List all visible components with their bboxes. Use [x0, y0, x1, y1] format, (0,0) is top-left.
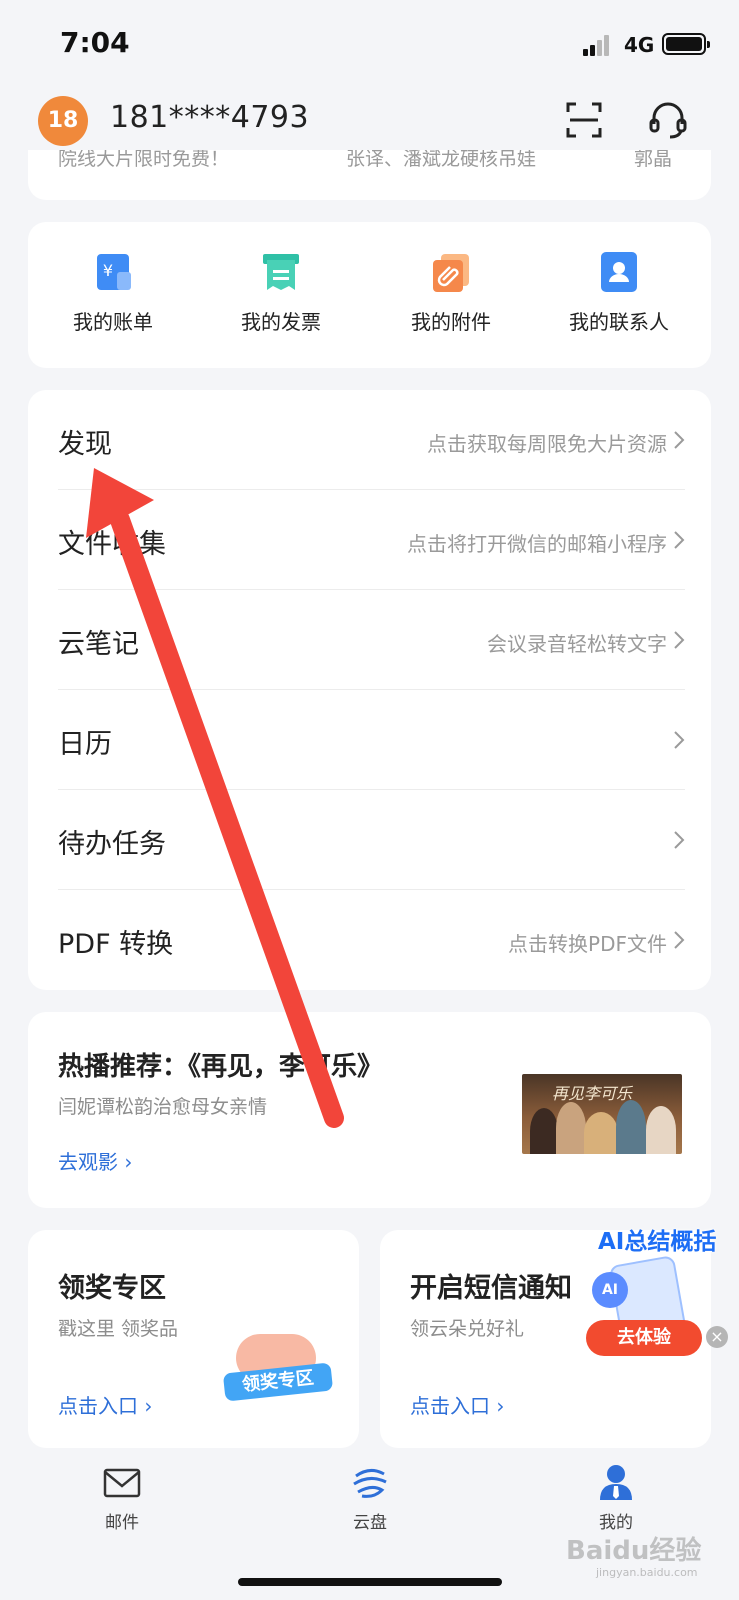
menu-item-title: 日历 [58, 729, 112, 760]
menu-item-discover[interactable]: 发现 点击获取每周限免大片资源 [28, 390, 711, 490]
tab-label: 云盘 [353, 1513, 387, 1533]
menu-item-hint: 点击转换PDF文件 [508, 932, 667, 956]
rewards-illustration: 领奖专区 [222, 1326, 334, 1402]
chevron-right-icon [674, 631, 685, 649]
chevron-right-icon [674, 931, 685, 949]
mail-icon [103, 1468, 141, 1498]
tab-cloud-drive[interactable]: 云盘 [310, 1462, 430, 1533]
shortcut-grid: ¥ 我的账单 我的发票 我的附件 我的联系人 [28, 222, 711, 368]
menu-item-hint: 会议录音轻松转文字 [487, 632, 667, 656]
avatar[interactable]: 18 [38, 96, 88, 146]
customer-service-icon[interactable] [646, 98, 690, 142]
network-label: 4G [624, 33, 655, 57]
tab-label: 邮件 [105, 1513, 139, 1533]
tile-subtitle: 戳这里 领奖品 [58, 1318, 179, 1340]
rewards-zone-card[interactable]: 领奖专区 戳这里 领奖品 点击入口 › 领奖专区 [28, 1230, 359, 1448]
scrolled-banner-card[interactable]: 院线大片限时免费！ 张译、潘斌龙硬核吊娃 郭晶 [28, 150, 711, 200]
home-indicator[interactable] [238, 1578, 502, 1586]
shortcut-label: 我的附件 [411, 310, 491, 334]
tile-subtitle: 领云朵兑好礼 [410, 1318, 525, 1340]
peek-item: 张译、潘斌龙硬核吊娃 [346, 150, 537, 170]
menu-item-hint: 点击将打开微信的邮箱小程序 [407, 532, 667, 556]
bill-icon: ¥ [97, 254, 131, 290]
ai-bubble: AI [592, 1272, 628, 1308]
ai-badge: AI总结概括 [598, 1229, 717, 1255]
tile-title: 开启短信通知 [410, 1273, 572, 1304]
try-now-button[interactable]: 去体验 [586, 1320, 702, 1356]
watermark-url: jingyan.baidu.com [596, 1566, 698, 1579]
chevron-right-icon [674, 731, 685, 749]
chevron-right-icon [674, 831, 685, 849]
menu-item-title: 云笔记 [58, 629, 139, 660]
watch-link[interactable]: 去观影 › [58, 1146, 132, 1175]
menu-item-todo[interactable]: 待办任务 [28, 790, 711, 890]
menu-item-title: 待办任务 [58, 829, 166, 860]
peek-item: 院线大片限时免费！ [58, 150, 230, 170]
promo-title: 热播推荐：《再见，李可乐》 [58, 1052, 384, 1082]
watermark: Baidu经验 [566, 1536, 702, 1566]
shortcut-my-bills[interactable]: ¥ 我的账单 [28, 250, 198, 335]
menu-item-title: PDF 转换 [58, 929, 174, 960]
shortcut-my-attachments[interactable]: 我的附件 [366, 250, 536, 335]
chevron-right-icon [674, 431, 685, 449]
profile-icon [600, 1465, 632, 1500]
menu-item-title: 发现 [58, 429, 112, 460]
menu-item-pdf-convert[interactable]: PDF 转换 点击转换PDF文件 [28, 890, 711, 990]
promo-subtitle: 闫妮谭松韵治愈母女亲情 [58, 1096, 268, 1118]
close-icon[interactable]: × [706, 1326, 728, 1348]
menu-item-title: 文件收集 [58, 529, 166, 560]
contact-icon [601, 252, 637, 292]
shortcut-my-invoices[interactable]: 我的发票 [196, 250, 366, 335]
shortcut-label: 我的账单 [73, 310, 153, 334]
chevron-right-icon [674, 531, 685, 549]
ai-summary-float[interactable]: AI总结概括 AI 去体验 × [586, 1222, 739, 1402]
signal-icon [583, 34, 613, 56]
battery-icon [662, 33, 710, 55]
tile-entry-link[interactable]: 点击入口 › [58, 1390, 152, 1419]
invoice-icon [263, 254, 299, 290]
tile-entry-link[interactable]: 点击入口 › [410, 1390, 504, 1419]
svg-text:¥: ¥ [103, 261, 113, 280]
feature-menu: 发现 点击获取每周限免大片资源 文件收集 点击将打开微信的邮箱小程序 云笔记 会… [28, 390, 711, 990]
status-time: 7:04 [60, 26, 130, 59]
account-number: 181****4793 [110, 100, 310, 135]
tab-profile[interactable]: 我的 [556, 1462, 676, 1533]
shortcut-my-contacts[interactable]: 我的联系人 [534, 250, 704, 335]
shortcut-label: 我的发票 [241, 310, 321, 334]
cloud-drive-icon [353, 1469, 387, 1498]
shortcut-label: 我的联系人 [569, 310, 669, 334]
tab-mail[interactable]: 邮件 [62, 1462, 182, 1533]
tile-title: 领奖专区 [58, 1273, 166, 1304]
menu-item-calendar[interactable]: 日历 [28, 690, 711, 790]
menu-item-hint: 点击获取每周限免大片资源 [427, 432, 667, 456]
attachment-icon [433, 254, 469, 292]
hot-recommendation-card[interactable]: 热播推荐：《再见，李可乐》 闫妮谭松韵治愈母女亲情 去观影 › 再见李可乐 [28, 1012, 711, 1208]
peek-item: 郭晶 [634, 150, 673, 170]
scan-icon[interactable] [562, 98, 606, 142]
status-bar: 7:04 4G [0, 0, 739, 90]
menu-item-file-collection[interactable]: 文件收集 点击将打开微信的邮箱小程序 [28, 490, 711, 590]
movie-poster[interactable]: 再见李可乐 [522, 1074, 682, 1154]
poster-title: 再见李可乐 [552, 1084, 633, 1103]
menu-item-cloud-notes[interactable]: 云笔记 会议录音轻松转文字 [28, 590, 711, 690]
